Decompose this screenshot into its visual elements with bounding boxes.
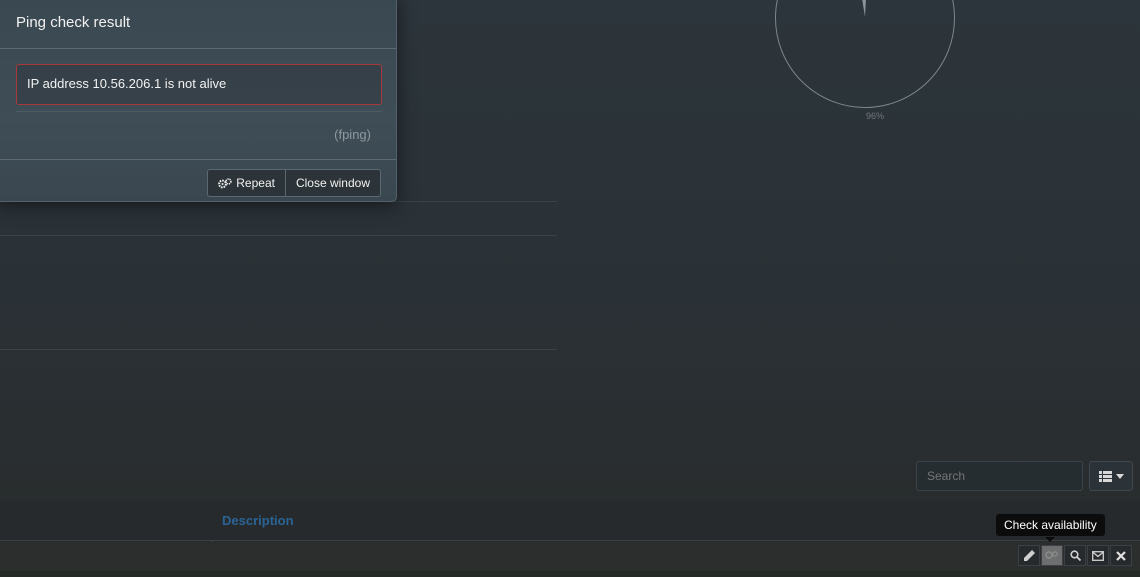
delete-button[interactable] [1110, 545, 1132, 566]
tooltip: Check availability [996, 514, 1105, 536]
dialog-footer: Repeat Close window [0, 159, 396, 202]
table-row[interactable] [0, 542, 1140, 571]
columns-toggle-button[interactable] [1089, 461, 1133, 491]
divider [0, 235, 557, 236]
envelope-icon [1092, 550, 1104, 561]
column-header-description[interactable]: Description [222, 513, 294, 528]
close-window-button[interactable]: Close window [285, 169, 381, 197]
search-icon [1069, 550, 1081, 561]
email-button[interactable] [1087, 545, 1109, 566]
search-button[interactable] [1064, 545, 1086, 566]
ping-result-dialog: Ping check result IP address 10.56.206.1… [0, 0, 397, 202]
row-actions [1018, 545, 1132, 566]
edit-button[interactable] [1018, 545, 1040, 566]
gauge-label: 96% [866, 111, 885, 121]
check-availability-button[interactable] [1041, 545, 1063, 566]
list-columns-icon [1098, 470, 1112, 482]
dialog-button-group: Repeat Close window [207, 169, 381, 197]
gauge-needle [862, 0, 866, 17]
dialog-title: Ping check result [16, 14, 131, 31]
close-icon [1116, 550, 1126, 561]
table-row [0, 571, 1140, 577]
tooltip-arrow [1045, 537, 1055, 542]
dialog-header: Ping check result [0, 0, 396, 49]
table-header: Description [0, 501, 1140, 544]
pencil-icon [1023, 550, 1035, 561]
search-input[interactable] [916, 461, 1083, 491]
ping-alert-message: IP address 10.56.206.1 is not alive [16, 64, 382, 105]
check-availability-icon [1045, 551, 1058, 559]
repeat-button-label: Repeat [236, 176, 275, 190]
ping-source-label: (fping) [334, 127, 371, 142]
divider [16, 111, 382, 112]
close-window-button-label: Close window [295, 176, 370, 190]
gears-icon [218, 177, 232, 188]
divider [0, 349, 557, 350]
caret-down-icon [1115, 473, 1124, 479]
repeat-button[interactable]: Repeat [207, 169, 286, 197]
